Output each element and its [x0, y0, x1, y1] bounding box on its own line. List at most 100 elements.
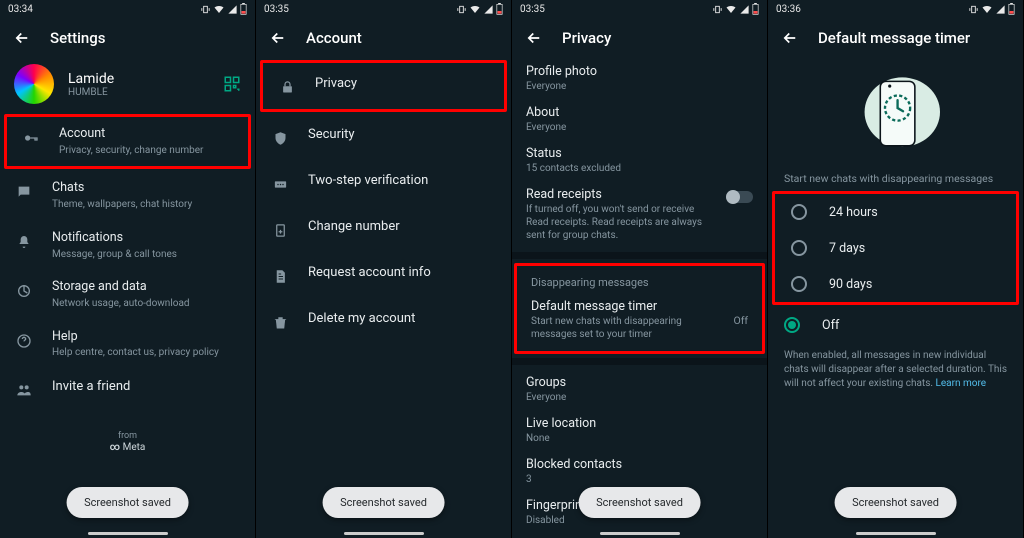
page-title: Default message timer — [818, 29, 970, 47]
status-icons — [712, 3, 759, 15]
nav-handle[interactable] — [88, 532, 168, 535]
privacy-item-read-receipts[interactable]: Read receipts If turned off, you won't s… — [512, 181, 767, 248]
privacy-item-live-location[interactable]: Live locationNone — [512, 410, 767, 451]
back-icon[interactable] — [12, 28, 32, 48]
status-icons — [200, 3, 247, 15]
radio-icon — [791, 240, 807, 256]
wifi-icon — [213, 3, 225, 15]
radio-icon — [791, 276, 807, 292]
settings-item-notifications[interactable]: NotificationsMessage, group & call tones — [0, 221, 255, 270]
status-time: 03:36 — [776, 4, 801, 15]
timer-options-group: 24 hours 7 days 90 days — [772, 191, 1019, 305]
nav-handle[interactable] — [600, 532, 680, 535]
document-icon — [270, 266, 290, 286]
data-icon — [14, 281, 34, 301]
signal-icon — [995, 4, 1006, 15]
help-icon — [14, 331, 34, 351]
account-item-delete[interactable]: Delete my account — [256, 298, 511, 344]
page-title: Privacy — [562, 29, 611, 47]
timer-note: When enabled, all messages in new indivi… — [768, 343, 1023, 391]
signal-icon — [227, 4, 238, 15]
qr-icon[interactable] — [223, 75, 241, 93]
signal-icon — [739, 4, 750, 15]
timer-illustration — [768, 58, 1023, 172]
account-item-two-step[interactable]: Two-step verification — [256, 160, 511, 206]
status-time: 03:34 — [8, 4, 33, 15]
privacy-item-profile-photo[interactable]: Profile photoEveryone — [512, 58, 767, 99]
account-item-request-info[interactable]: Request account info — [256, 252, 511, 298]
profile-row[interactable]: Lamide HUMBLE — [0, 58, 255, 114]
app-bar: Privacy — [512, 18, 767, 58]
back-icon[interactable] — [268, 28, 288, 48]
vibrate-icon — [968, 4, 979, 15]
back-icon[interactable] — [524, 28, 544, 48]
divider — [512, 358, 767, 365]
toast: Screenshot saved — [66, 487, 189, 518]
trash-icon — [270, 312, 290, 332]
settings-item-storage[interactable]: Storage and dataNetwork usage, auto-down… — [0, 270, 255, 319]
page-title: Account — [306, 29, 362, 47]
option-24-hours[interactable]: 24 hours — [775, 194, 1016, 230]
timer-value: Off — [733, 314, 748, 327]
vibrate-icon — [712, 4, 723, 15]
privacy-item-blocked[interactable]: Blocked contacts3 — [512, 451, 767, 492]
pin-icon — [270, 174, 290, 194]
screen-privacy: 03:35 Privacy Profile photoEveryone Abou… — [512, 0, 768, 538]
settings-item-help[interactable]: HelpHelp centre, contact us, privacy pol… — [0, 320, 255, 369]
app-bar: Default message timer — [768, 18, 1023, 58]
battery-icon — [496, 3, 503, 15]
settings-item-account[interactable]: AccountPrivacy, security, change number — [4, 114, 251, 169]
privacy-item-default-timer[interactable]: Default message timer Start new chats wi… — [517, 293, 762, 351]
battery-icon — [240, 3, 247, 15]
chat-icon — [14, 182, 34, 202]
option-off[interactable]: Off — [768, 307, 1023, 343]
wifi-icon — [725, 3, 737, 15]
privacy-item-status[interactable]: Status15 contacts excluded — [512, 140, 767, 181]
learn-more-link[interactable]: Learn more — [935, 378, 986, 389]
shield-icon — [270, 128, 290, 148]
status-icons — [456, 3, 503, 15]
toast: Screenshot saved — [834, 487, 957, 518]
radio-selected-icon — [784, 317, 800, 333]
screen-account: 03:35 Account Privacy Security Two-step … — [256, 0, 512, 538]
read-receipts-switch[interactable] — [727, 191, 753, 203]
nav-handle[interactable] — [856, 532, 936, 535]
wifi-icon — [469, 3, 481, 15]
privacy-item-about[interactable]: AboutEveryone — [512, 99, 767, 140]
privacy-item-groups[interactable]: GroupsEveryone — [512, 369, 767, 410]
account-item-privacy[interactable]: Privacy — [260, 60, 507, 112]
radio-icon — [791, 204, 807, 220]
avatar — [14, 64, 54, 104]
divider — [512, 252, 767, 259]
vibrate-icon — [456, 4, 467, 15]
from-meta: from ∞ Meta — [0, 431, 255, 453]
caption: Start new chats with disappearing messag… — [768, 172, 1023, 189]
screen-default-timer: 03:36 Default message timer Start new ch… — [768, 0, 1024, 538]
app-bar: Settings — [0, 18, 255, 58]
key-icon — [21, 128, 41, 148]
option-90-days[interactable]: 90 days — [775, 266, 1016, 302]
sim-icon — [270, 220, 290, 240]
bell-icon — [14, 232, 34, 252]
settings-item-invite[interactable]: Invite a friend — [0, 369, 255, 409]
toast: Screenshot saved — [322, 487, 445, 518]
status-bar: 03:36 — [768, 0, 1023, 18]
disappearing-section: Disappearing messages Default message ti… — [514, 263, 765, 354]
status-time: 03:35 — [520, 4, 545, 15]
item-sub: Privacy, security, change number — [59, 144, 234, 158]
status-time: 03:35 — [264, 4, 289, 15]
back-icon[interactable] — [780, 28, 800, 48]
item-title: Account — [59, 126, 234, 143]
nav-handle[interactable] — [344, 532, 424, 535]
settings-item-chats[interactable]: ChatsTheme, wallpapers, chat history — [0, 171, 255, 220]
account-item-security[interactable]: Security — [256, 114, 511, 160]
battery-icon — [752, 3, 759, 15]
app-bar: Account — [256, 18, 511, 58]
account-item-change-number[interactable]: Change number — [256, 206, 511, 252]
toast: Screenshot saved — [578, 487, 701, 518]
option-7-days[interactable]: 7 days — [775, 230, 1016, 266]
signal-icon — [483, 4, 494, 15]
status-bar: 03:34 — [0, 0, 255, 18]
status-icons — [968, 3, 1015, 15]
people-icon — [14, 380, 34, 400]
